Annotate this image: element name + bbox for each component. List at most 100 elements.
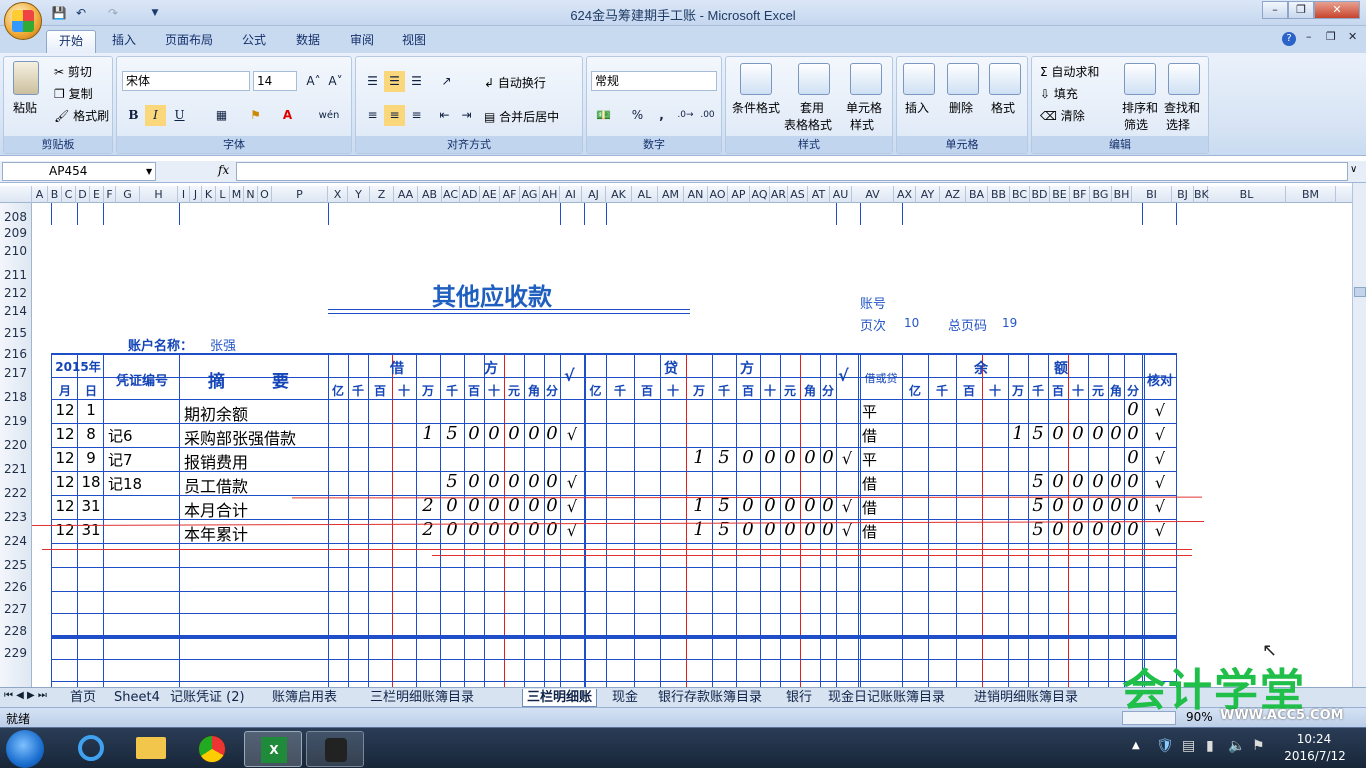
clear-button[interactable]: ⌫ 清除 [1040,107,1085,124]
voucher-cell[interactable]: 记7 [108,449,133,470]
delete-cells-button[interactable]: 删除 [949,99,973,116]
row-header[interactable]: 221 [0,462,31,478]
day-cell[interactable]: 8 [78,425,104,443]
day-cell[interactable]: 31 [78,521,104,539]
column-header[interactable]: AO [708,186,728,203]
sheet-tab[interactable]: 银行存款账簿目录 [654,689,766,707]
credit-check-cell[interactable]: √ [836,497,858,516]
formula-input[interactable] [236,162,1348,181]
align-center-icon[interactable]: ≡ [384,105,405,126]
verify-cell[interactable]: √ [1144,425,1176,444]
column-header[interactable]: BD [1030,186,1050,203]
name-box-dropdown-icon[interactable]: ▼ [146,167,152,176]
excel-taskbar-icon[interactable]: X [244,731,302,767]
recorder-taskbar-icon[interactable] [306,731,364,767]
column-header[interactable]: BH [1112,186,1132,203]
column-header[interactable]: BK [1194,186,1209,203]
row-header[interactable]: 229 [0,646,31,662]
autosum-button[interactable]: Σ 自动求和 [1040,63,1099,80]
column-header[interactable]: P [272,186,328,203]
align-middle-icon[interactable]: ☰ [384,71,405,92]
delete-cells-icon[interactable] [947,63,979,95]
month-cell[interactable]: 12 [52,497,78,515]
align-right-icon[interactable]: ≡ [406,105,427,126]
comma-button[interactable]: , [651,105,672,126]
column-header[interactable]: A [32,186,48,203]
tab-data[interactable]: 数据 [286,30,330,53]
debit-check-cell[interactable]: √ [560,425,584,444]
row-header[interactable]: 217 [0,366,31,382]
bold-button[interactable]: B [123,105,144,126]
tab-view[interactable]: 视图 [392,30,436,53]
column-header[interactable]: Y [348,186,370,203]
day-cell[interactable]: 1 [78,401,104,419]
find-select-button[interactable]: 查找和 [1164,99,1200,116]
column-header[interactable]: AA [394,186,418,203]
cell-style-button[interactable]: 单元格 [846,99,882,116]
column-header[interactable]: AC [442,186,460,203]
column-header[interactable]: AQ [750,186,770,203]
clock-time[interactable]: 10:24 [1284,732,1344,746]
fill-color-icon[interactable]: ⚑ [245,105,266,126]
column-header[interactable]: Z [370,186,394,203]
clock-date[interactable]: 2016/7/12 [1278,749,1352,763]
align-top-icon[interactable]: ☰ [362,71,383,92]
verify-cell[interactable]: √ [1144,449,1176,468]
month-cell[interactable]: 12 [52,401,78,419]
column-header[interactable]: AV [852,186,894,203]
row-header[interactable]: 214 [0,304,31,320]
sheet-tab[interactable]: 三栏明细账簿目录 [366,689,478,707]
column-header[interactable]: AZ [940,186,966,203]
fx-icon[interactable]: fx [218,163,229,177]
tab-page-layout[interactable]: 页面布局 [158,30,220,53]
row-header[interactable]: 220 [0,438,31,454]
dr-cr-cell[interactable]: 借 [862,473,877,494]
battery-tray-icon[interactable]: ▮ [1206,738,1214,754]
sheet-tab[interactable]: 账簿启用表 [268,689,341,707]
column-header[interactable]: AD [460,186,480,203]
verify-cell[interactable]: √ [1144,473,1176,492]
column-header[interactable]: M [230,186,244,203]
percent-button[interactable]: % [627,105,648,126]
close-button[interactable]: ✕ [1314,1,1360,19]
font-name-select[interactable]: 宋体 [122,71,250,91]
column-header[interactable]: AE [480,186,500,203]
day-cell[interactable]: 31 [78,497,104,515]
sheet-tab[interactable]: 记账凭证 (2) [166,689,249,707]
font-color-icon[interactable]: A [277,105,298,126]
tab-insert[interactable]: 插入 [104,30,144,53]
sheet-tab[interactable]: 进销明细账簿目录 [970,689,1082,707]
office-button-icon[interactable] [4,2,42,40]
column-header[interactable]: AX [894,186,916,203]
column-header[interactable]: AR [770,186,788,203]
table-format-icon[interactable] [798,63,830,95]
vertical-scrollbar[interactable] [1352,183,1366,687]
column-header[interactable]: AG [520,186,540,203]
row-header[interactable]: 223 [0,510,31,526]
expand-formula-icon[interactable]: ∨ [1350,164,1357,175]
row-header[interactable]: 215 [0,326,31,342]
column-header[interactable]: AL [632,186,658,203]
format-cells-icon[interactable] [989,63,1021,95]
ribbon-close-icon[interactable]: ✕ [1348,30,1357,43]
month-cell[interactable]: 12 [52,521,78,539]
increase-decimal-icon[interactable]: .0→ [675,105,696,126]
sort-filter-button[interactable]: 排序和 [1122,99,1158,116]
conditional-format-icon[interactable] [740,63,772,95]
column-header[interactable]: BB [988,186,1010,203]
month-cell[interactable]: 12 [52,473,78,491]
column-header[interactable]: D [76,186,90,203]
summary-cell[interactable]: 采购部张强借款 [184,425,296,449]
sheet-tab[interactable]: 三栏明细账 [522,689,598,707]
insert-cells-button[interactable]: 插入 [905,99,929,116]
debit-check-cell[interactable]: √ [560,473,584,492]
column-header[interactable]: BI [1132,186,1172,203]
column-header[interactable]: BG [1090,186,1112,203]
row-header[interactable]: 226 [0,580,31,596]
number-format-select[interactable]: 常规 [591,71,717,91]
column-header[interactable]: AN [684,186,708,203]
tab-formulas[interactable]: 公式 [232,30,276,53]
increase-font-icon[interactable]: A˄ [303,71,324,92]
day-cell[interactable]: 18 [78,473,104,491]
row-header[interactable]: 212 [0,286,31,302]
